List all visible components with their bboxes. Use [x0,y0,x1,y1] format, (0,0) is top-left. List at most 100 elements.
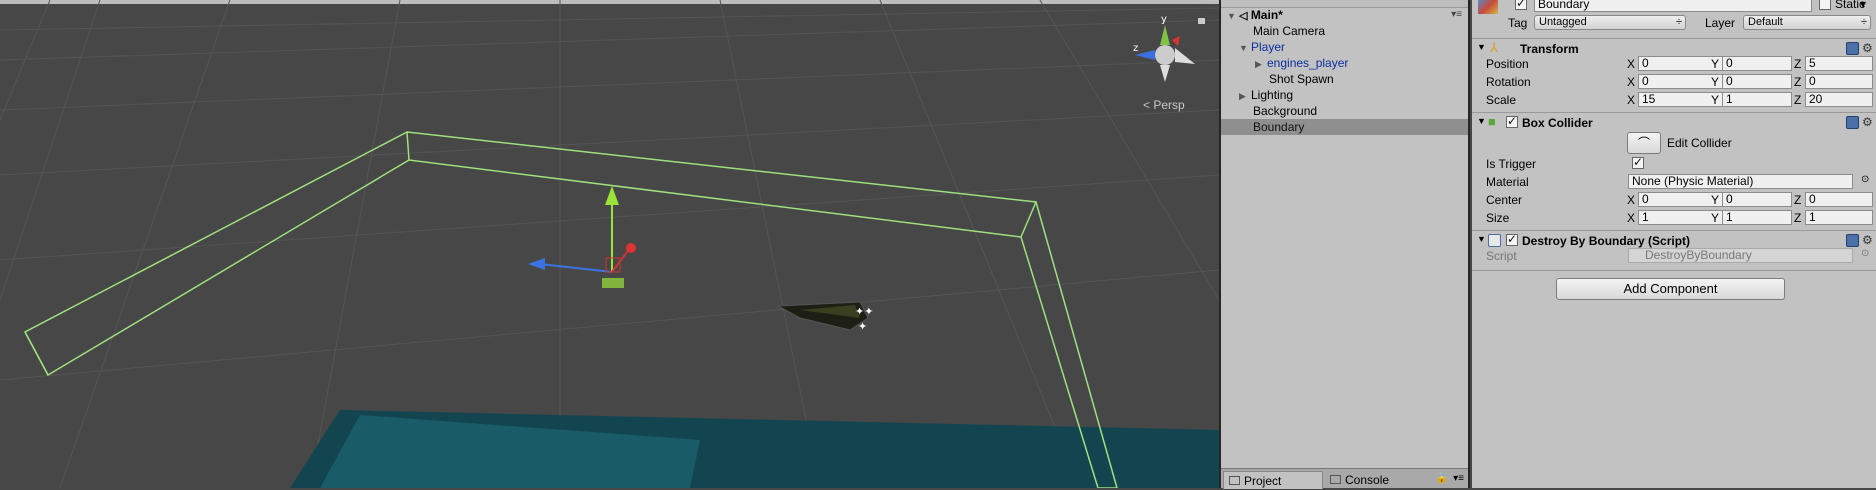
tab-project[interactable]: Project [1223,471,1323,489]
edit-collider-button[interactable]: ⌒ [1627,132,1661,154]
axis-z-label: Z [1794,211,1802,225]
hierarchy-item-main-camera[interactable]: Main Camera [1253,23,1325,39]
scene-canvas[interactable]: ✦✦ ✦ y z [0,0,1219,488]
axis-y-label: Y [1711,75,1720,89]
scene-grid [0,0,1219,488]
hierarchy-menu-icon[interactable]: ▾≡ [1451,9,1462,20]
scale-z-field[interactable]: 20 [1805,92,1873,107]
item-label: Shot Spawn [1269,72,1334,86]
hierarchy-item-background[interactable]: Background [1253,103,1317,119]
divider [1472,270,1876,271]
hierarchy-item-boundary[interactable]: Boundary [1221,119,1468,135]
static-dropdown-icon[interactable]: ▾ [1860,0,1866,11]
tab-label: Console [1345,473,1390,487]
orientation-gizmo-icon: y z [1133,14,1205,82]
gameobject-icon [1478,0,1498,14]
tab-console[interactable]: Console [1325,471,1425,489]
foldout-icon[interactable]: ▼ [1477,42,1486,52]
transform-header[interactable]: ▼ ⅄ Transform ⚙ [1472,38,1876,58]
svg-text:✦✦: ✦✦ [855,305,873,318]
help-icon[interactable] [1846,234,1859,247]
gear-icon[interactable]: ⚙ [1862,115,1873,129]
hierarchy-item-shot-spawn[interactable]: Shot Spawn [1269,71,1334,87]
axis-y-label: Y [1711,57,1720,71]
center-z-field[interactable]: 0 [1805,192,1873,207]
help-icon[interactable] [1846,42,1859,55]
rotation-z-field[interactable]: 0 [1805,74,1873,89]
folder-icon [1229,476,1240,485]
hierarchy-panel: ▾≡ ▼ ◁ Main* Main Camera ▼ Player ▶ engines… [1219,0,1470,489]
collapsed-icon[interactable]: ▶ [1239,88,1251,104]
persp-label: Persp [1153,98,1185,112]
rotation-y-field[interactable]: 0 [1722,74,1792,89]
scene-view[interactable]: ✦✦ ✦ y z < Persp [0,0,1219,488]
scene-root-row[interactable]: ▼ ◁ Main* [1227,7,1283,23]
scale-y-field[interactable]: 1 [1722,92,1792,107]
static-checkbox[interactable] [1819,0,1831,10]
hierarchy-item-lighting[interactable]: ▶ Lighting [1239,87,1293,103]
active-checkbox[interactable] [1515,0,1527,10]
size-z-field[interactable]: 1 [1805,210,1873,225]
tag-dropdown[interactable]: Untagged [1534,15,1686,30]
add-component-button[interactable]: Add Component [1556,278,1785,300]
position-z-field[interactable]: 5 [1805,56,1873,71]
center-y-field[interactable]: 0 [1722,192,1792,207]
axis-z-label: Z [1794,193,1802,207]
script-label: Script [1486,249,1517,263]
component-title: Box Collider [1522,116,1593,130]
gear-icon[interactable]: ⚙ [1862,41,1873,55]
edit-collider-label: Edit Collider [1667,136,1732,150]
item-label: Lighting [1251,88,1294,102]
object-picker-icon: ⊙ [1861,248,1870,259]
size-label: Size [1486,211,1510,225]
hierarchy-item-player[interactable]: ▼ Player [1239,39,1285,55]
item-label: Background [1253,104,1318,118]
component-title: Transform [1520,42,1579,56]
tab-label: Project [1244,474,1282,488]
foldout-icon[interactable]: ▼ [1477,116,1486,126]
script-component-header[interactable]: ▼ Destroy By Boundary (Script) ⚙ [1472,230,1876,250]
layer-dropdown[interactable]: Default [1743,15,1871,30]
object-picker-icon[interactable]: ⊙ [1861,174,1869,185]
tag-label: Tag [1508,16,1528,30]
script-icon [1488,234,1501,247]
hierarchy-item-engines-player[interactable]: ▶ engines_player [1255,55,1348,71]
panel-menu-icon[interactable]: ▾≡ [1453,473,1464,484]
bottom-tabs: Project Console 🔒 ▾≡ [1221,468,1468,489]
script-enabled-checkbox[interactable] [1506,232,1518,246]
box-collider-header[interactable]: ▼ ■ Box Collider ⚙ [1472,112,1876,132]
axis-z-label: Z [1794,93,1802,107]
material-label: Material [1486,175,1529,189]
is-trigger-checkbox[interactable] [1632,155,1644,169]
position-label: Position [1486,57,1529,71]
item-label: Main Camera [1253,24,1326,38]
item-label: engines_player [1267,56,1349,70]
inspector-panel: Boundary Static ▾ Tag Untagged Layer Def… [1472,0,1876,488]
foldout-icon[interactable]: ▼ [1477,234,1486,244]
is-trigger-label: Is Trigger [1486,157,1537,171]
scene-name: Main* [1250,8,1283,22]
position-y-field[interactable]: 0 [1722,56,1792,71]
script-field: DestroyByBoundary [1628,248,1853,263]
axis-y-label: Y [1711,93,1720,107]
axis-y-label: Y [1711,193,1720,207]
help-icon[interactable] [1846,116,1859,129]
lock-icon[interactable]: 🔒 [1436,473,1448,484]
material-field[interactable]: None (Physic Material) [1628,174,1853,189]
size-y-field[interactable]: 1 [1722,210,1792,225]
unity-scene-icon: ◁ [1239,10,1248,22]
expand-icon[interactable]: ▼ [1239,40,1251,56]
collapsed-icon[interactable]: ▶ [1255,56,1267,72]
persp-toggle[interactable]: < Persp [1143,98,1185,112]
item-label: Player [1251,40,1286,54]
player-ship: ✦✦ ✦ [776,301,873,333]
object-name-field[interactable]: Boundary [1534,0,1812,12]
gizmo-y-label: y [1161,14,1167,25]
gear-icon[interactable]: ⚙ [1862,233,1873,247]
expand-icon[interactable]: ▼ [1227,8,1239,24]
svg-text:✦: ✦ [858,320,867,333]
box-collider-icon: ■ [1488,114,1496,129]
rotation-label: Rotation [1486,75,1531,89]
axis-x-label: X [1627,211,1636,225]
box-collider-enabled-checkbox[interactable] [1506,114,1518,128]
